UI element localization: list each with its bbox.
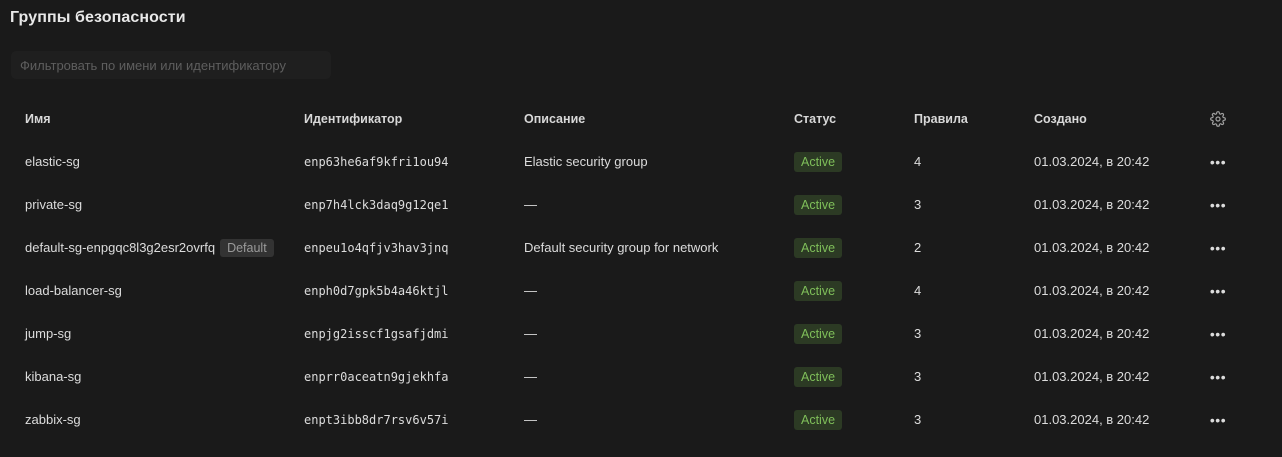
row-rules: 3 <box>914 326 922 341</box>
more-horizontal-icon[interactable]: ••• <box>1207 140 1229 183</box>
row-status: Active <box>794 140 843 183</box>
status-badge: Active <box>794 366 843 387</box>
column-header-id[interactable]: Идентификатор <box>304 97 402 140</box>
row-status: Active <box>794 312 843 355</box>
table-row[interactable]: jump-sg enpjg2isscf1gsafjdmi — Active 3 … <box>0 312 1282 355</box>
row-created: 01.03.2024, в 20:42 <box>1034 197 1150 212</box>
row-name[interactable]: load-balancer-sg <box>25 269 122 312</box>
row-id: enp7h4lck3daq9g12qe1 <box>304 197 449 212</box>
row-name-text[interactable]: private-sg <box>25 197 82 212</box>
row-description: — <box>524 197 537 212</box>
page-title: Группы безопасности <box>10 9 186 26</box>
row-name-text[interactable]: default-sg-enpgqc8l3g2esr2ovrfq <box>25 240 215 255</box>
row-status: Active <box>794 183 843 226</box>
row-id: enpeu1o4qfjv3hav3jnq <box>304 240 449 255</box>
status-badge: Active <box>794 237 843 258</box>
default-badge: Default <box>220 238 274 257</box>
row-created: 01.03.2024, в 20:42 <box>1034 369 1150 384</box>
more-horizontal-icon[interactable]: ••• <box>1207 355 1229 398</box>
status-badge: Active <box>794 151 843 172</box>
table-row[interactable]: kibana-sg enprr0aceatn9gjekhfa — Active … <box>0 355 1282 398</box>
row-description: Default security group for network <box>524 240 719 255</box>
row-rules: 4 <box>914 283 922 298</box>
gear-icon[interactable] <box>1207 97 1229 140</box>
column-header-created[interactable]: Создано <box>1034 97 1087 140</box>
row-description: — <box>524 412 537 427</box>
row-id: enp63he6af9kfri1ou94 <box>304 154 449 169</box>
status-badge: Active <box>794 323 843 344</box>
row-rules: 4 <box>914 154 922 169</box>
more-horizontal-icon[interactable]: ••• <box>1207 312 1229 355</box>
row-name[interactable]: kibana-sg <box>25 355 81 398</box>
column-header-description[interactable]: Описание <box>524 97 585 140</box>
row-name[interactable]: elastic-sg <box>25 140 80 183</box>
row-created: 01.03.2024, в 20:42 <box>1034 240 1150 255</box>
column-header-status[interactable]: Статус <box>794 97 836 140</box>
status-badge: Active <box>794 280 843 301</box>
row-name-text[interactable]: load-balancer-sg <box>25 283 122 298</box>
status-badge: Active <box>794 194 843 215</box>
table-row[interactable]: zabbix-sg enpt3ibb8dr7rsv6v57i — Active … <box>0 398 1282 441</box>
row-id: enprr0aceatn9gjekhfa <box>304 369 449 384</box>
row-id: enpjg2isscf1gsafjdmi <box>304 326 449 341</box>
row-description: — <box>524 326 537 341</box>
table-row[interactable]: default-sg-enpgqc8l3g2esr2ovrfq Default … <box>0 226 1282 269</box>
row-id: enpt3ibb8dr7rsv6v57i <box>304 412 449 427</box>
row-rules: 3 <box>914 412 922 427</box>
row-id: enph0d7gpk5b4a46ktjl <box>304 283 449 298</box>
row-description: Elastic security group <box>524 154 648 169</box>
row-created: 01.03.2024, в 20:42 <box>1034 283 1150 298</box>
more-horizontal-icon[interactable]: ••• <box>1207 183 1229 226</box>
row-description: — <box>524 369 537 384</box>
row-name[interactable]: jump-sg <box>25 312 71 355</box>
row-created: 01.03.2024, в 20:42 <box>1034 326 1150 341</box>
row-rules: 3 <box>914 197 922 212</box>
row-rules: 2 <box>914 240 922 255</box>
more-horizontal-icon[interactable]: ••• <box>1207 269 1229 312</box>
table-row[interactable]: elastic-sg enp63he6af9kfri1ou94 Elastic … <box>0 140 1282 183</box>
row-created: 01.03.2024, в 20:42 <box>1034 154 1150 169</box>
row-name[interactable]: private-sg <box>25 183 82 226</box>
row-name-text[interactable]: elastic-sg <box>25 154 80 169</box>
row-status: Active <box>794 398 843 441</box>
status-badge: Active <box>794 409 843 430</box>
row-status: Active <box>794 226 843 269</box>
row-created: 01.03.2024, в 20:42 <box>1034 412 1150 427</box>
column-header-name[interactable]: Имя <box>25 97 51 140</box>
more-horizontal-icon[interactable]: ••• <box>1207 398 1229 441</box>
row-status: Active <box>794 355 843 398</box>
row-name[interactable]: zabbix-sg <box>25 398 81 441</box>
row-description: — <box>524 283 537 298</box>
more-horizontal-icon[interactable]: ••• <box>1207 226 1229 269</box>
table-row[interactable]: private-sg enp7h4lck3daq9g12qe1 — Active… <box>0 183 1282 226</box>
column-header-rules[interactable]: Правила <box>914 97 968 140</box>
row-name-text[interactable]: jump-sg <box>25 326 71 341</box>
row-rules: 3 <box>914 369 922 384</box>
row-name[interactable]: default-sg-enpgqc8l3g2esr2ovrfq Default <box>25 226 274 269</box>
table-header: Имя Идентификатор Описание Статус Правил… <box>0 97 1282 140</box>
row-status: Active <box>794 269 843 312</box>
filter-input[interactable] <box>11 51 331 79</box>
row-name-text[interactable]: zabbix-sg <box>25 412 81 427</box>
row-name-text[interactable]: kibana-sg <box>25 369 81 384</box>
table-row[interactable]: load-balancer-sg enph0d7gpk5b4a46ktjl — … <box>0 269 1282 312</box>
